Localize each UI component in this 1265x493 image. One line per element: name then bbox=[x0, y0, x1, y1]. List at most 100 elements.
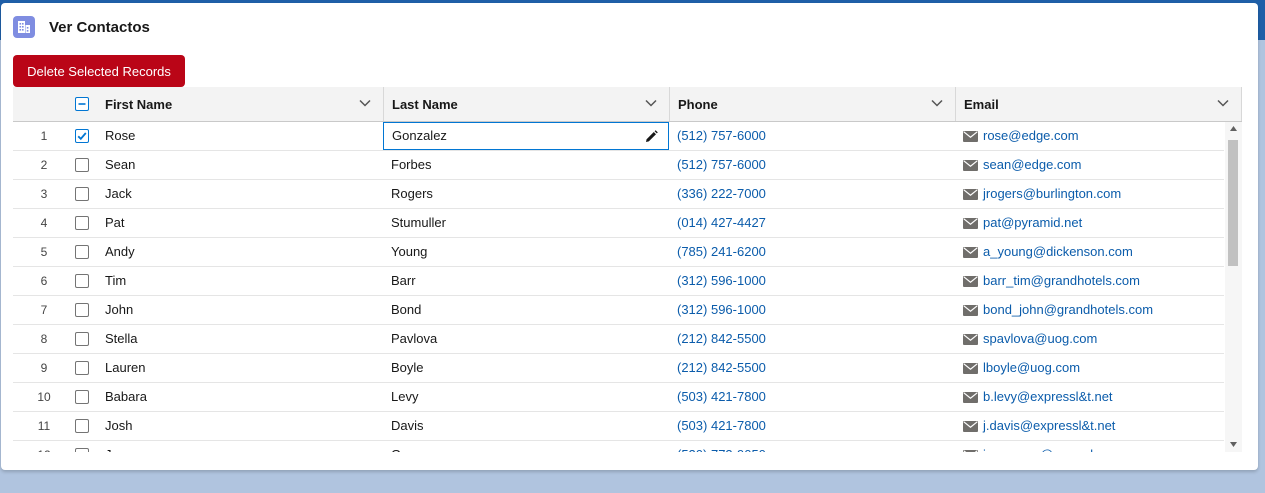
row-checkbox[interactable] bbox=[75, 245, 89, 259]
scroll-up-icon[interactable] bbox=[1230, 126, 1237, 131]
first-name-cell[interactable]: Rose bbox=[105, 122, 135, 150]
table-row[interactable]: 5 Andy Young (785) 241-6200 a_young@dickenso… bbox=[13, 238, 1224, 267]
row-checkbox[interactable] bbox=[75, 129, 89, 143]
phone-link[interactable]: (503) 421-7800 bbox=[677, 412, 766, 440]
email-link[interactable]: a_young@dickenson.com bbox=[983, 238, 1133, 266]
last-name-cell[interactable]: Grey bbox=[391, 441, 419, 452]
first-name-cell[interactable]: Sean bbox=[105, 151, 135, 179]
first-name-cell[interactable]: Josh bbox=[105, 412, 132, 440]
email-cell[interactable]: bond_john@grandhotels.com bbox=[963, 296, 1153, 324]
phone-link[interactable]: (212) 842-5500 bbox=[677, 354, 766, 382]
email-link[interactable]: bond_john@grandhotels.com bbox=[983, 296, 1153, 324]
email-link[interactable]: rose@edge.com bbox=[983, 122, 1079, 150]
last-name-cell[interactable]: Rogers bbox=[391, 180, 433, 208]
last-name-cell-active[interactable]: Gonzalez bbox=[383, 122, 669, 150]
row-checkbox[interactable] bbox=[75, 303, 89, 317]
last-name-cell[interactable]: Davis bbox=[391, 412, 424, 440]
table-row[interactable]: 4 Pat Stumuller (014) 427-4427 pat@pyramid.n… bbox=[13, 209, 1224, 238]
email-link[interactable]: lboyle@uog.com bbox=[983, 354, 1080, 382]
email-cell[interactable]: barr_tim@grandhotels.com bbox=[963, 267, 1140, 295]
last-name-cell[interactable]: Pavlova bbox=[391, 325, 437, 353]
email-cell[interactable]: j.davis@expressl&t.net bbox=[963, 412, 1115, 440]
scroll-down-icon[interactable] bbox=[1230, 442, 1237, 447]
email-link[interactable]: sean@edge.com bbox=[983, 151, 1081, 179]
column-header-email[interactable]: Email bbox=[955, 87, 1242, 121]
phone-link[interactable]: (336) 222-7000 bbox=[677, 180, 766, 208]
first-name-cell[interactable]: Lauren bbox=[105, 354, 145, 382]
last-name-cell[interactable]: Barr bbox=[391, 267, 416, 295]
column-header-first-name[interactable]: First Name bbox=[97, 87, 383, 121]
email-link[interactable]: b.levy@expressl&t.net bbox=[983, 383, 1113, 411]
last-name-cell[interactable]: Forbes bbox=[391, 151, 431, 179]
last-name-cell[interactable]: Bond bbox=[391, 296, 421, 324]
row-checkbox[interactable] bbox=[75, 419, 89, 433]
last-name-cell[interactable]: Stumuller bbox=[391, 209, 446, 237]
phone-link[interactable]: (212) 842-5500 bbox=[677, 325, 766, 353]
vertical-scrollbar[interactable] bbox=[1225, 122, 1242, 452]
first-name-cell[interactable]: Pat bbox=[105, 209, 125, 237]
email-cell[interactable]: rose@edge.com bbox=[963, 122, 1079, 150]
email-link[interactable]: barr_tim@grandhotels.com bbox=[983, 267, 1140, 295]
row-checkbox[interactable] bbox=[75, 158, 89, 172]
phone-link[interactable]: (520) 773-9050 bbox=[677, 441, 766, 452]
table-row[interactable]: 11 Josh Davis (503) 421-7800 j.davis@express… bbox=[13, 412, 1224, 441]
table-row[interactable]: 12 Jane Grey (520) 773-9050 jane_gray@uoa.ed… bbox=[13, 441, 1224, 452]
email-link[interactable]: pat@pyramid.net bbox=[983, 209, 1082, 237]
row-checkbox[interactable] bbox=[75, 274, 89, 288]
last-name-cell[interactable]: Boyle bbox=[391, 354, 424, 382]
delete-selected-button[interactable]: Delete Selected Records bbox=[13, 55, 185, 87]
row-checkbox[interactable] bbox=[75, 216, 89, 230]
first-name-cell[interactable]: Jack bbox=[105, 180, 132, 208]
column-header-phone[interactable]: Phone bbox=[669, 87, 955, 121]
email-cell[interactable]: b.levy@expressl&t.net bbox=[963, 383, 1113, 411]
table-row[interactable]: 7 John Bond (312) 596-1000 bond_john@grandho… bbox=[13, 296, 1224, 325]
row-checkbox[interactable] bbox=[75, 390, 89, 404]
phone-link[interactable]: (503) 421-7800 bbox=[677, 383, 766, 411]
row-checkbox[interactable] bbox=[75, 187, 89, 201]
email-cell[interactable]: jrogers@burlington.com bbox=[963, 180, 1121, 208]
edit-pencil-icon[interactable] bbox=[645, 130, 658, 143]
email-link[interactable]: jane_gray@uoa.edu bbox=[983, 441, 1100, 452]
table-row[interactable]: 9 Lauren Boyle (212) 842-5500 lboyle@uog.com bbox=[13, 354, 1224, 383]
table-row[interactable]: 6 Tim Barr (312) 596-1000 barr_tim@grandhote… bbox=[13, 267, 1224, 296]
first-name-cell[interactable]: Babara bbox=[105, 383, 147, 411]
scrollbar-thumb[interactable] bbox=[1228, 140, 1238, 266]
email-cell[interactable]: lboyle@uog.com bbox=[963, 354, 1080, 382]
email-cell[interactable]: pat@pyramid.net bbox=[963, 209, 1082, 237]
table-row[interactable]: 10 Babara Levy (503) 421-7800 b.levy@express… bbox=[13, 383, 1224, 412]
chevron-down-icon[interactable] bbox=[645, 99, 657, 107]
phone-link[interactable]: (312) 596-1000 bbox=[677, 267, 766, 295]
row-checkbox[interactable] bbox=[75, 332, 89, 346]
email-link[interactable]: j.davis@expressl&t.net bbox=[983, 412, 1115, 440]
table-row[interactable]: 1 Rose Gonzalez (512) 757-6000 rose@edge.com bbox=[13, 122, 1224, 151]
email-link[interactable]: spavlova@uog.com bbox=[983, 325, 1097, 353]
table-row[interactable]: 2 Sean Forbes (512) 757-6000 sean@edge.com bbox=[13, 151, 1224, 180]
chevron-down-icon[interactable] bbox=[931, 99, 943, 107]
column-header-last-name[interactable]: Last Name bbox=[383, 87, 669, 121]
first-name-cell[interactable]: Tim bbox=[105, 267, 126, 295]
phone-link[interactable]: (512) 757-6000 bbox=[677, 122, 766, 150]
first-name-cell[interactable]: Jane bbox=[105, 441, 133, 452]
first-name-cell[interactable]: Andy bbox=[105, 238, 135, 266]
row-checkbox[interactable] bbox=[75, 448, 89, 452]
first-name-cell[interactable]: John bbox=[105, 296, 133, 324]
first-name-cell[interactable]: Stella bbox=[105, 325, 138, 353]
email-cell[interactable]: jane_gray@uoa.edu bbox=[963, 441, 1100, 452]
email-cell[interactable]: a_young@dickenson.com bbox=[963, 238, 1133, 266]
phone-link[interactable]: (512) 757-6000 bbox=[677, 151, 766, 179]
table-row[interactable]: 8 Stella Pavlova (212) 842-5500 spavlova@uog… bbox=[13, 325, 1224, 354]
chevron-down-icon[interactable] bbox=[1217, 99, 1229, 107]
chevron-down-icon[interactable] bbox=[359, 99, 371, 107]
email-link[interactable]: jrogers@burlington.com bbox=[983, 180, 1121, 208]
row-checkbox[interactable] bbox=[75, 361, 89, 375]
last-name-cell[interactable]: Young bbox=[391, 238, 427, 266]
table-row[interactable]: 3 Jack Rogers (336) 222-7000 jrogers@burling… bbox=[13, 180, 1224, 209]
email-cell[interactable]: sean@edge.com bbox=[963, 151, 1081, 179]
select-all-checkbox[interactable] bbox=[75, 97, 89, 111]
email-cell[interactable]: spavlova@uog.com bbox=[963, 325, 1097, 353]
phone-link[interactable]: (785) 241-6200 bbox=[677, 238, 766, 266]
last-name-cell[interactable]: Levy bbox=[391, 383, 418, 411]
phone-link[interactable]: (312) 596-1000 bbox=[677, 296, 766, 324]
phone-link[interactable]: (014) 427-4427 bbox=[677, 209, 766, 237]
email-icon bbox=[963, 391, 978, 403]
